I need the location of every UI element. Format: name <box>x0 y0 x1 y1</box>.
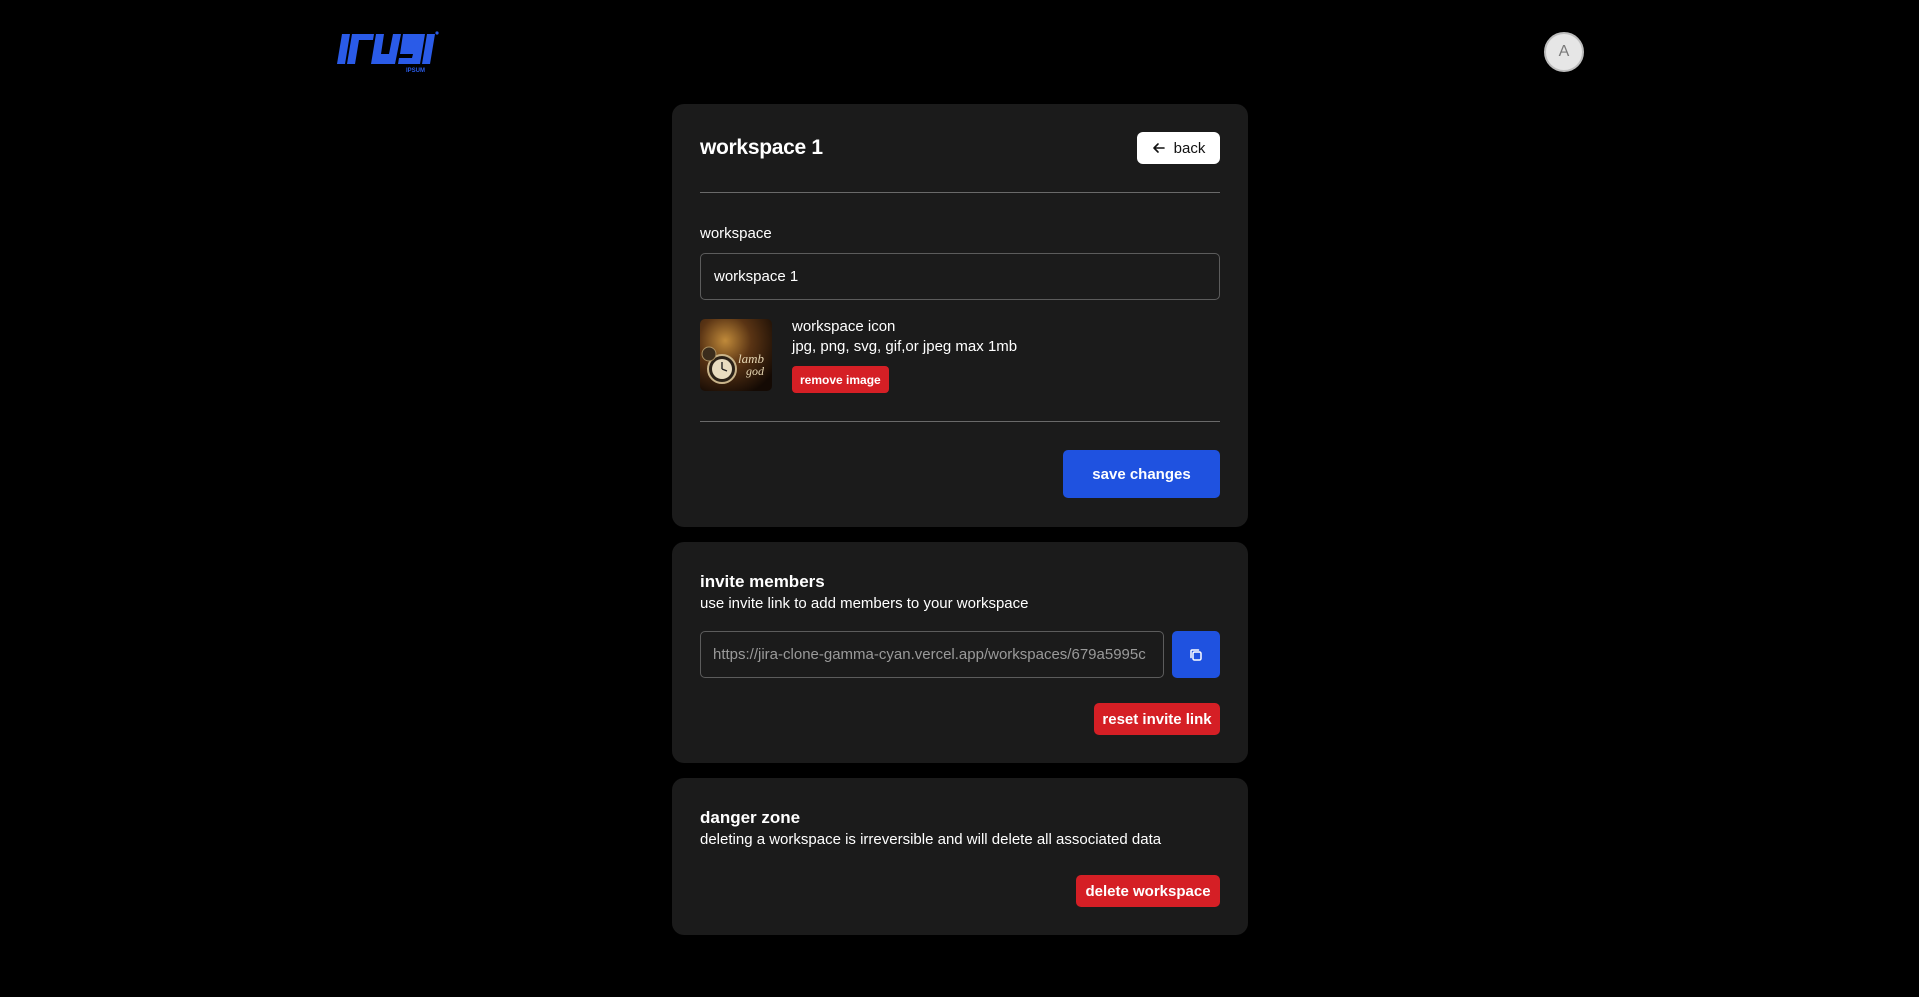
copy-invite-link-button[interactable] <box>1172 631 1220 678</box>
workspace-name-label: workspace <box>700 225 772 242</box>
danger-zone-card: danger zone deleting a workspace is irre… <box>672 778 1248 935</box>
invite-members-description: use invite link to add members to your w… <box>700 595 1029 612</box>
workspace-icon-label: workspace icon <box>792 318 896 335</box>
page-title: workspace 1 <box>700 136 823 159</box>
arrow-left-icon <box>1152 143 1165 153</box>
svg-text:god: god <box>746 364 765 378</box>
invite-members-heading: invite members <box>700 572 825 591</box>
remove-image-button[interactable]: remove image <box>792 366 889 393</box>
divider <box>700 192 1220 193</box>
divider <box>700 421 1220 422</box>
danger-zone-description: deleting a workspace is irreversible and… <box>700 831 1162 848</box>
reset-invite-link-button[interactable]: reset invite link <box>1094 703 1220 735</box>
copy-icon <box>1190 648 1202 661</box>
avatar[interactable]: A <box>1544 32 1584 72</box>
danger-zone-heading: danger zone <box>700 808 801 827</box>
logo-subtext: IPSUM <box>406 68 425 74</box>
invite-link-input[interactable] <box>700 631 1164 678</box>
delete-workspace-button[interactable]: delete workspace <box>1076 875 1220 907</box>
back-button[interactable]: back <box>1137 132 1220 164</box>
invite-members-card: invite members use invite link to add me… <box>672 542 1248 763</box>
logo-ipsum-icon: IPSUM <box>337 31 439 74</box>
workspace-name-input[interactable] <box>700 253 1220 300</box>
workspace-icon-image: lamb god <box>700 319 772 391</box>
workspace-settings-card: workspace 1 back workspace lamb god <box>672 104 1248 527</box>
workspace-icon-hint: jpg, png, svg, gif,or jpeg max 1mb <box>792 338 1018 355</box>
logo[interactable]: IPSUM <box>336 30 440 74</box>
top-bar: IPSUM A <box>0 0 1919 104</box>
back-button-label: back <box>1173 139 1206 157</box>
save-changes-button[interactable]: save changes <box>1063 450 1220 498</box>
